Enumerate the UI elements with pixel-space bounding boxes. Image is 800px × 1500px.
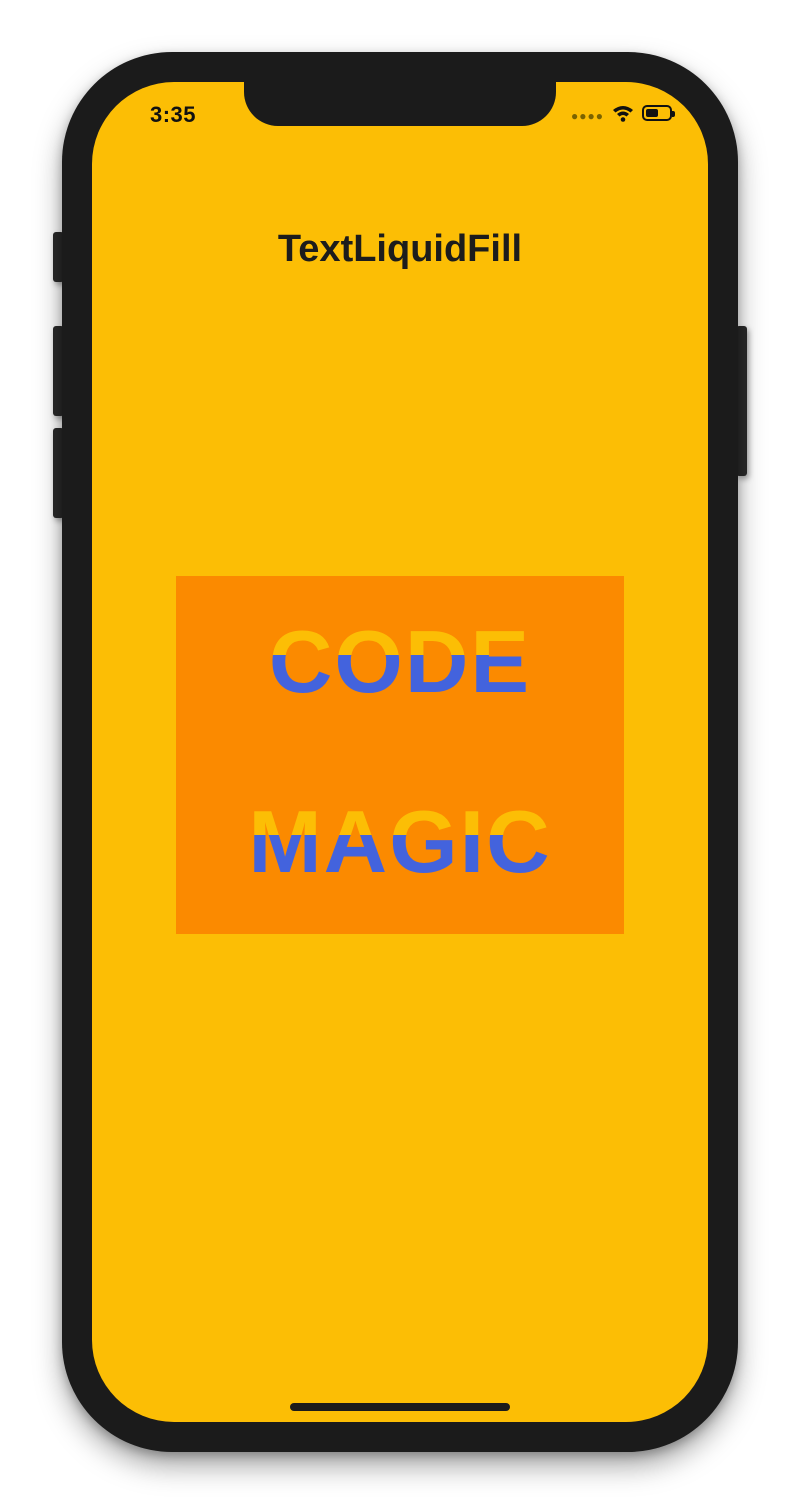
phone-frame: 3:35 ●●●● TextLiquidFill CODE MAGIC — [62, 52, 738, 1452]
signal-dots-icon: ●●●● — [571, 109, 604, 123]
wifi-icon — [612, 104, 634, 122]
page-title: TextLiquidFill — [277, 228, 523, 270]
battery-icon — [642, 105, 675, 121]
battery-level — [646, 109, 658, 117]
status-indicators: ●●●● — [571, 104, 675, 123]
camera-notch — [244, 82, 556, 126]
stage: 3:35 ●●●● TextLiquidFill CODE MAGIC — [0, 0, 800, 1500]
status-time: 3:35 — [150, 102, 197, 127]
liquid-text-line-code: CODE — [176, 618, 624, 706]
liquid-text-line-magic: MAGIC — [176, 798, 624, 886]
battery-tip — [672, 111, 675, 117]
home-indicator[interactable] — [290, 1403, 510, 1411]
liquid-fill-box: CODE MAGIC — [176, 576, 624, 934]
app-screen: 3:35 ●●●● TextLiquidFill CODE MAGIC — [92, 82, 708, 1422]
